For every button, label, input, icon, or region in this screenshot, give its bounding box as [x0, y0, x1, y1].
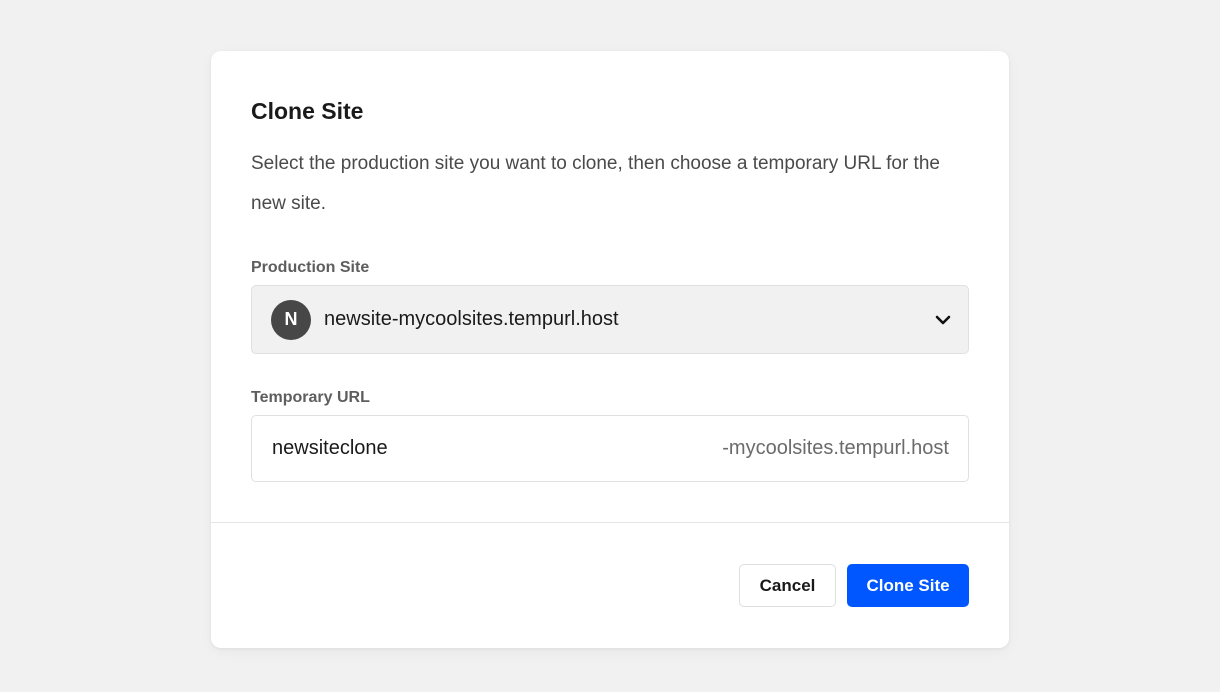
- temporary-url-input[interactable]: [272, 437, 652, 460]
- dialog-description: Select the production site you want to c…: [251, 153, 940, 214]
- temporary-url-label: Temporary URL: [251, 389, 370, 406]
- clone-site-dialog: Clone Site Select the production site yo…: [211, 51, 1009, 648]
- temporary-url-field: -mycoolsites.tempurl.host: [251, 415, 969, 482]
- chevron-down-icon: [935, 315, 951, 325]
- cancel-button[interactable]: Cancel: [739, 564, 836, 607]
- clone-site-button[interactable]: Clone Site: [847, 564, 969, 607]
- production-site-select[interactable]: N newsite-mycoolsites.tempurl.host: [251, 285, 969, 354]
- footer-divider: [211, 522, 1009, 523]
- temporary-url-suffix: -mycoolsites.tempurl.host: [722, 437, 949, 459]
- site-avatar: N: [271, 299, 311, 340]
- production-site-value: newsite-mycoolsites.tempurl.host: [324, 308, 619, 330]
- production-site-label: Production Site: [251, 259, 370, 276]
- dialog-title: Clone Site: [251, 98, 364, 124]
